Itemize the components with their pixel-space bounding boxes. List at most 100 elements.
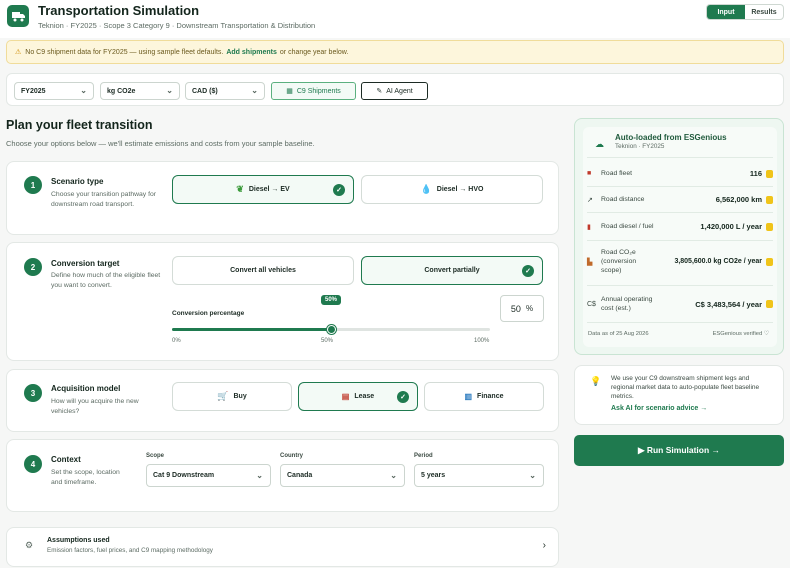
- slider-handle[interactable]: [326, 325, 336, 334]
- year-select[interactable]: FY2025 ⌄: [14, 82, 94, 100]
- row-label: Road CO₂e (conversion scope): [601, 249, 637, 274]
- chevron-right-icon: ›: [542, 540, 546, 551]
- ai-agent-label: AI Agent: [386, 87, 413, 95]
- option-label: Finance: [477, 393, 504, 400]
- c9-shipments-button[interactable]: ▦ C9 Shipments: [271, 82, 356, 100]
- lock-icon: [766, 257, 773, 266]
- option-buy[interactable]: 🛒 Buy: [172, 382, 292, 411]
- step-number: 4: [24, 455, 42, 473]
- esgenious-card: ☁ Auto-loaded from ESGenious Teknion · F…: [574, 118, 784, 355]
- calendar-icon: ▤: [341, 392, 350, 401]
- step-desc: Set the scope, location and timeframe.: [51, 469, 120, 486]
- droplet-icon: 💧: [420, 184, 432, 194]
- ask-ai-link[interactable]: Ask AI for scenario advice →: [611, 405, 707, 412]
- step-desc: Define how much of the eligible fleet yo…: [51, 272, 161, 289]
- assumptions-panel[interactable]: ⚙ Assumptions used Emission factors, fue…: [6, 527, 559, 567]
- tick-min: 0%: [172, 338, 181, 344]
- option-lease[interactable]: ▤ Lease ✓: [298, 382, 418, 411]
- period-value: 5 years: [421, 472, 446, 479]
- ai-info-card: 💡 We use your C9 downstream shipment leg…: [574, 365, 784, 425]
- ai-info-text: We use your C9 downstream shipment legs …: [611, 375, 760, 400]
- divider: [587, 322, 773, 323]
- leaf-icon: ❦: [236, 184, 244, 194]
- wand-icon: ✎: [376, 88, 383, 95]
- row-label: Road diesel / fuel: [601, 223, 654, 230]
- option-convert-all[interactable]: Convert all vehicles: [172, 256, 354, 285]
- currency-icon: C$: [587, 300, 596, 308]
- grid-icon: ▦: [286, 88, 293, 95]
- chevron-down-icon: ⌄: [251, 86, 258, 95]
- row-road-distance: ↗ Road distance 6,562,000 km: [587, 195, 773, 204]
- step-number: 2: [24, 258, 42, 276]
- chevron-down-icon: ⌄: [80, 86, 87, 95]
- conversion-slider[interactable]: [172, 325, 490, 334]
- row-road-fleet: ■ Road fleet 116: [587, 169, 773, 178]
- divider: [587, 285, 773, 286]
- step-title: Acquisition model: [51, 384, 121, 393]
- tick-mid: 50%: [321, 338, 334, 344]
- tab-input[interactable]: Input: [707, 5, 745, 19]
- option-label: Lease: [354, 393, 375, 400]
- option-label: Convert all vehicles: [230, 267, 296, 274]
- chevron-down-icon: ⌄: [256, 471, 263, 480]
- step-desc: Choose your transition pathway for downs…: [51, 191, 157, 208]
- scope-label: Scope: [146, 453, 165, 459]
- fuel-icon: ▮: [587, 223, 591, 231]
- check-icon: ✓: [522, 265, 534, 277]
- country-select[interactable]: Canada ⌄: [280, 464, 405, 487]
- option-label: Diesel → EV: [248, 186, 290, 193]
- period-select[interactable]: 5 years ⌄: [414, 464, 544, 487]
- row-road-diesel: ▮ Road diesel / fuel 1,420,000 L / year: [587, 222, 773, 231]
- scope-select[interactable]: Cat 9 Downstream ⌄: [146, 464, 271, 487]
- no-data-alert: ⚠ No C9 shipment data for FY2025 — using…: [6, 40, 784, 64]
- run-simulation-button[interactable]: ▶ Run Simulation →: [574, 435, 784, 466]
- row-value: 3,805,600.0 kg CO2e / year: [674, 258, 762, 265]
- step-number: 1: [24, 176, 42, 194]
- cloud-icon: ☁: [595, 139, 604, 149]
- percentage-unit: %: [525, 304, 534, 313]
- slider-label: Conversion percentage: [172, 310, 245, 317]
- plan-heading: Plan your fleet transition: [6, 118, 153, 132]
- filter-bar: FY2025 ⌄ kg CO2e ⌄ CAD ($) ⌄ ▦ C9 Shipme…: [6, 73, 784, 106]
- percentage-value: 50: [510, 303, 521, 314]
- option-diesel-hvo[interactable]: 💧 Diesel → HVO: [361, 175, 543, 204]
- page-subtitle: Teknion · FY2025 · Scope 3 Category 9 · …: [38, 21, 316, 30]
- c9-shipments-label: C9 Shipments: [296, 87, 341, 95]
- check-icon: ✓: [397, 391, 409, 403]
- step-number: 3: [24, 384, 42, 402]
- plan-subheading: Choose your options below — we'll estima…: [6, 139, 315, 148]
- option-finance[interactable]: ▥ Finance: [424, 382, 544, 411]
- esgenious-subtitle: Teknion · FY2025: [615, 143, 665, 150]
- row-label: Annual operating cost (est.): [601, 296, 653, 312]
- factory-icon: ▙: [587, 258, 593, 266]
- bank-icon: ▥: [464, 392, 473, 401]
- unit-select[interactable]: kg CO2e ⌄: [100, 82, 180, 100]
- chevron-down-icon: ⌄: [166, 86, 173, 95]
- lock-icon: [766, 300, 773, 308]
- row-operating-cost: C$ Annual operating cost (est.) C$ 3,483…: [587, 295, 773, 313]
- alert-text: No C9 shipment data for FY2025 — using s…: [25, 48, 224, 56]
- chevron-down-icon: ⌄: [529, 471, 536, 480]
- currency-select[interactable]: CAD ($) ⌄: [185, 82, 265, 100]
- verified-badge: ESGenious verified ♡: [712, 331, 769, 337]
- tab-results[interactable]: Results: [745, 5, 783, 19]
- option-diesel-ev[interactable]: ❦ Diesel → EV ✓: [172, 175, 354, 204]
- truck-icon: [7, 5, 29, 27]
- truck-icon: ■: [587, 170, 592, 177]
- row-value: 1,420,000 L / year: [700, 222, 762, 231]
- percentage-input[interactable]: 50 %: [500, 295, 544, 322]
- warning-icon: ⚠: [15, 49, 22, 56]
- esgenious-inner: ☁ Auto-loaded from ESGenious Teknion · F…: [583, 127, 777, 347]
- row-label: Road distance: [601, 196, 645, 203]
- alert-text-after: or change year below.: [279, 48, 349, 56]
- option-convert-partially[interactable]: Convert partially ✓: [361, 256, 543, 285]
- ai-agent-button[interactable]: ✎ AI Agent: [361, 82, 428, 100]
- add-shipments-link[interactable]: Add shipments: [226, 49, 277, 56]
- step-desc: How will you acquire the new vehicles?: [51, 398, 139, 415]
- unit-value: kg CO2e: [107, 87, 136, 95]
- period-label: Period: [414, 453, 433, 459]
- step-title: Context: [51, 455, 81, 464]
- slider-value-bubble: 50%: [321, 295, 342, 305]
- currency-value: CAD ($): [192, 87, 218, 95]
- option-label: Convert partially: [424, 267, 480, 274]
